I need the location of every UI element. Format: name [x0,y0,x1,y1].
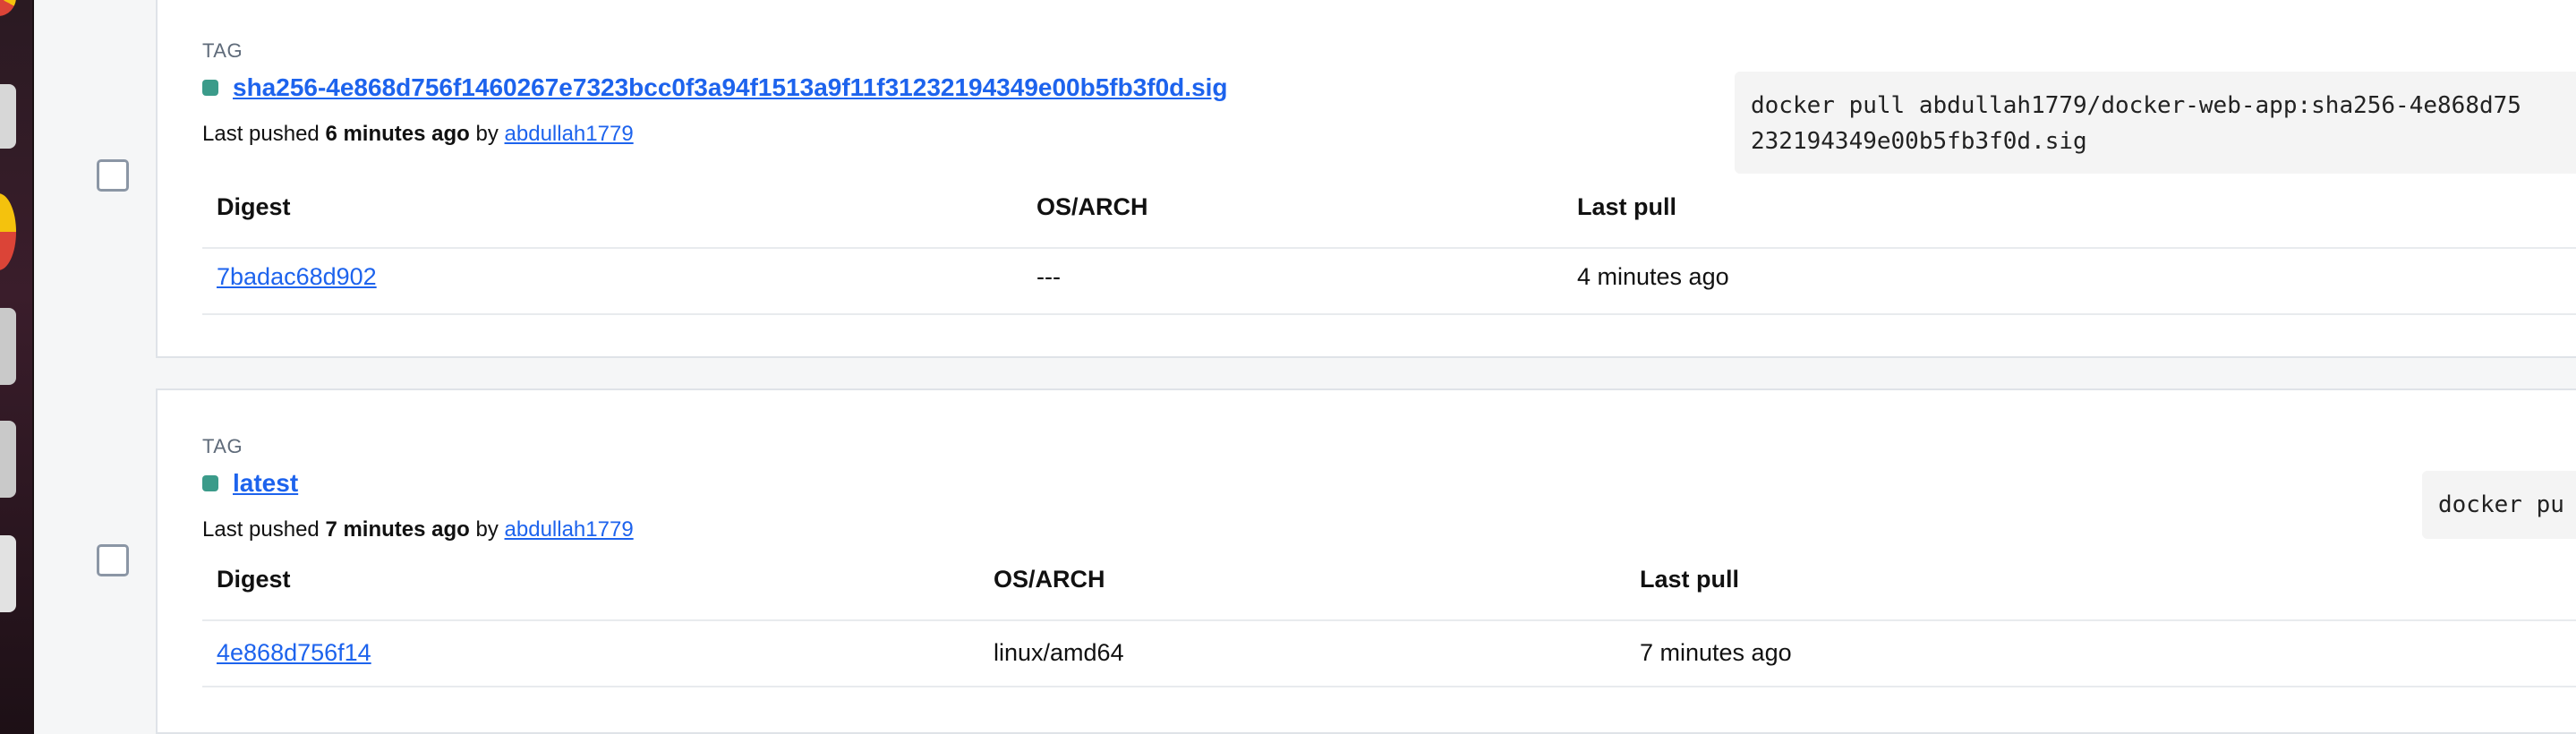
last-pull-value: 4 minutes ago [1577,263,1729,290]
tag-title: sha256-4e868d756f1460267e7323bcc0f3a94f1… [202,73,1228,102]
os-arch-value: --- [1036,263,1061,290]
dock-app-icon[interactable] [0,308,16,385]
pushed-by-user-link[interactable]: abdullah1779 [505,122,634,146]
pushed-prefix: Last pushed [202,517,320,542]
table-divider [202,247,2576,249]
pushed-by-user-link[interactable]: abdullah1779 [505,517,634,542]
tag-card: TAG latest Last pushed 7 minutes ago by … [156,388,2576,734]
tag-name-link[interactable]: latest [233,469,298,498]
last-pull-column-header: Last pull [1640,566,1740,593]
pushed-by-word: by [475,122,499,146]
digest-link[interactable]: 7badac68d902 [217,263,377,291]
os-arch-value: linux/amd64 [994,639,1124,666]
tag-select-checkbox[interactable] [97,544,129,576]
tag-status-dot [202,475,218,491]
digest-column-header: Digest [217,193,291,220]
app-dock [0,0,34,734]
dock-divider [32,0,34,734]
pull-command-line: docker pu [2438,491,2564,518]
pushed-time: 7 minutes ago [325,517,470,542]
os-arch-column-header: OS/ARCH [994,566,1105,593]
tag-status-dot [202,80,218,96]
docker-pull-command[interactable]: docker pu [2422,471,2576,539]
pushed-time: 6 minutes ago [325,122,470,146]
table-divider [202,686,2576,687]
digest-column-header: Digest [217,566,291,593]
digest-link[interactable]: 4e868d756f14 [217,639,371,667]
last-pushed-info: Last pushed 7 minutes ago by abdullah177… [202,517,634,542]
tag-section-label: TAG [202,39,243,62]
tag-name-link[interactable]: sha256-4e868d756f1460267e7323bcc0f3a94f1… [233,73,1228,102]
table-divider [202,619,2576,621]
last-pull-column-header: Last pull [1577,193,1677,220]
tag-title: latest [202,469,298,498]
pushed-by-word: by [475,517,499,542]
tag-section-label: TAG [202,435,243,457]
pull-command-line: 232194349e00b5fb3f0d.sig [1751,128,2087,155]
last-pushed-info: Last pushed 6 minutes ago by abdullah177… [202,122,634,147]
docker-pull-command[interactable]: docker pull abdullah1779/docker-web-app:… [1735,72,2576,174]
tag-select-checkbox[interactable] [97,159,129,192]
table-divider [202,313,2576,315]
tag-card: TAG sha256-4e868d756f1460267e7323bcc0f3a… [156,0,2576,358]
dock-app-icon[interactable] [0,535,16,612]
dock-app-icon[interactable] [0,421,16,498]
last-pull-value: 7 minutes ago [1640,639,1792,666]
pushed-prefix: Last pushed [202,122,320,146]
chrome-app-icon[interactable] [0,0,16,16]
dock-app-icon[interactable] [0,84,16,149]
os-arch-column-header: OS/ARCH [1036,193,1148,220]
chrome-app-icon[interactable] [0,193,16,270]
pull-command-line: docker pull abdullah1779/docker-web-app:… [1751,92,2521,119]
